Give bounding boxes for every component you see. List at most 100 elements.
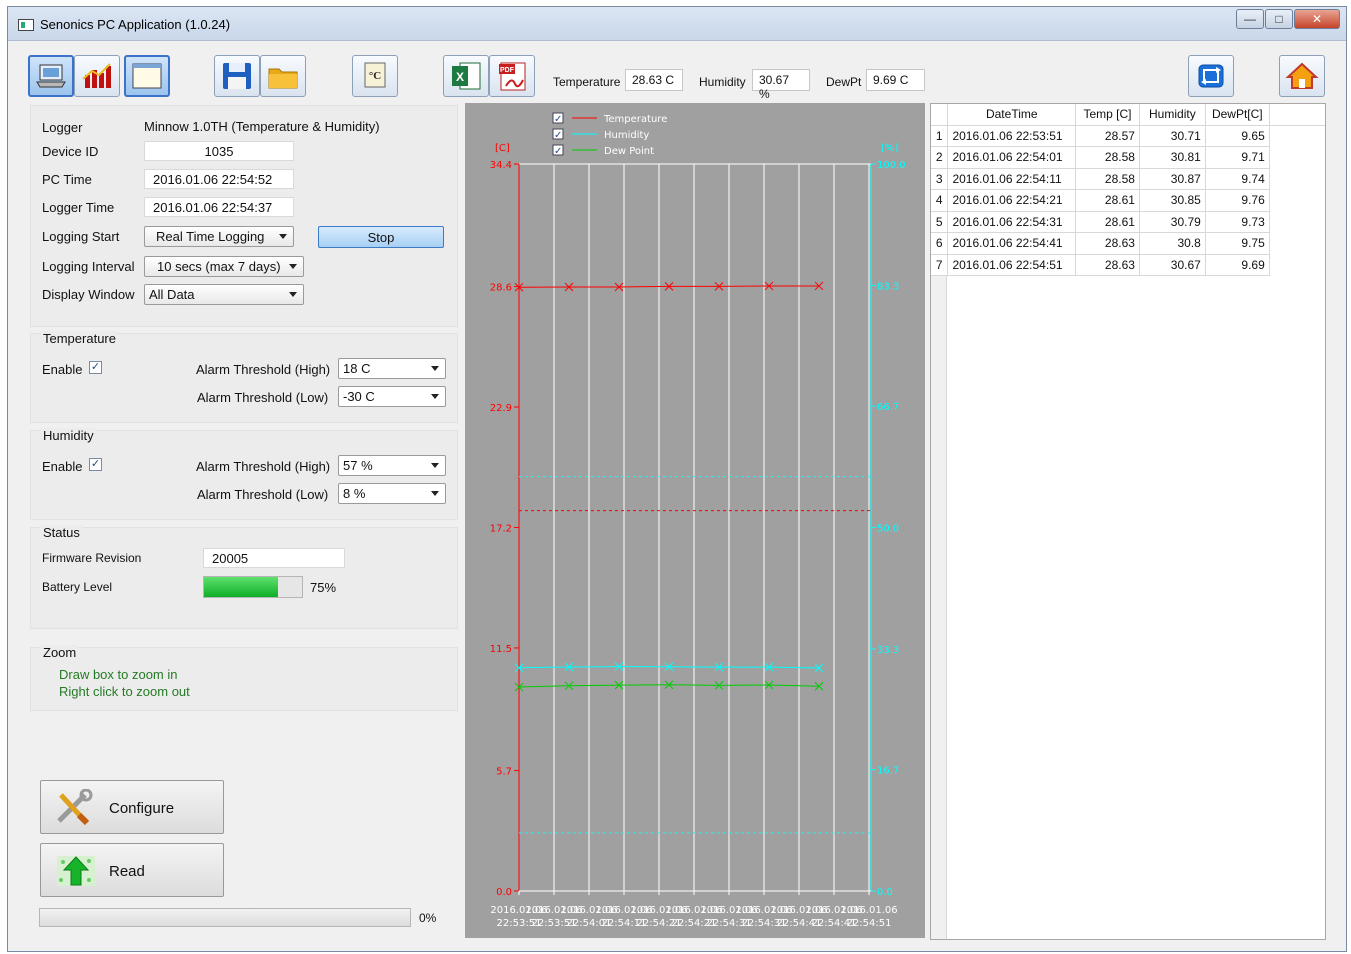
data-table-panel[interactable]: DateTime Temp [C] Humidity DewPt[C] 1 20… [930,103,1326,940]
cell-datetime: 2016.01.06 22:53:51 [947,125,1077,147]
temperature-group: Temperature Enable ✓ Alarm Threshold (Hi… [30,331,458,423]
read-progress-text: 0% [419,911,437,925]
humidity-alarm-low-select[interactable]: 8 % [338,483,446,504]
status-group: Status Firmware Revision 20005 Battery L… [30,525,458,629]
logging-start-label: Logging Start [42,229,120,244]
table-row[interactable]: 1 2016.01.06 22:53:51 28.57 30.71 9.65 [931,125,1325,147]
app-icon [18,19,34,31]
row-index: 5 [931,211,949,233]
temperature-alarm-low-select[interactable]: -30 C [338,386,446,407]
battery-level-fill [204,577,278,597]
logger-time-field: 2016.01.06 22:54:37 [144,197,294,217]
dewpt-readout-value: 9.69 C [866,69,925,91]
maximize-button[interactable]: □ [1265,9,1293,29]
refresh-button[interactable] [1188,55,1234,97]
display-window-value: All Data [149,287,195,302]
cell-datetime: 2016.01.06 22:54:01 [947,146,1077,169]
save-button[interactable] [214,55,260,97]
configure-button[interactable]: Configure [40,780,224,834]
row-index: 7 [931,254,949,276]
table-row[interactable]: 4 2016.01.06 22:54:21 28.61 30.85 9.76 [931,189,1325,212]
status-group-title: Status [41,525,82,540]
home-icon [1285,62,1319,89]
humidity-group-title: Humidity [41,428,96,443]
home-button[interactable] [1279,55,1325,97]
temperature-alarm-high-label: Alarm Threshold (High) [196,362,331,377]
close-button[interactable]: ✕ [1294,9,1340,29]
table-row[interactable]: 6 2016.01.06 22:54:41 28.63 30.8 9.75 [931,232,1325,255]
table-row[interactable]: 7 2016.01.06 22:54:51 28.63 30.67 9.69 [931,254,1325,276]
temperature-enable-label: Enable [42,362,83,377]
cell-dewpt: 9.65 [1205,125,1270,147]
row-index: 6 [931,232,949,255]
right-axis-tick-label: 66.7 [877,402,899,413]
column-header-datetime[interactable]: DateTime [947,104,1077,126]
cell-filler [1269,233,1325,255]
data-table[interactable]: DateTime Temp [C] Humidity DewPt[C] 1 20… [931,104,1325,276]
temperature-enable-checkbox[interactable]: ✓ [89,361,102,374]
humidity-alarm-high-select[interactable]: 57 % [338,455,446,476]
chart-svg[interactable]: 0.0 5.7 11.5 17.2 22.9 28.6 34.4 0.0 16.7 33.3 50.… [465,103,925,938]
humidity-enable-checkbox[interactable]: ✓ [89,458,102,471]
cell-filler [1269,254,1325,276]
stop-button[interactable]: Stop [318,226,444,248]
refresh-icon [1198,64,1224,88]
cell-datetime: 2016.01.06 22:54:31 [947,211,1077,233]
device-id-label: Device ID [42,144,99,159]
cell-temp: 28.63 [1075,232,1140,255]
app-window: Senonics PC Application (1.0.24) — □ ✕ °… [7,6,1347,952]
row-index: 3 [931,168,949,190]
column-header-humidity[interactable]: Humidity [1139,104,1206,126]
left-axis-tick-label: 0.0 [496,887,512,898]
logging-start-select[interactable]: Real Time Logging [144,226,294,247]
upload-arrow-icon [57,856,95,886]
logging-interval-select[interactable]: 10 secs (max 7 days) [144,256,304,277]
left-axis-unit: [C] [495,143,510,154]
column-header-dewpt[interactable]: DewPt[C] [1205,104,1270,126]
chevron-down-icon [431,463,439,468]
configure-button-label: Configure [109,800,175,817]
temperature-alarm-high-select[interactable]: 18 C [338,358,446,379]
cell-dewpt: 9.73 [1205,211,1270,233]
cell-humidity: 30.79 [1139,211,1206,233]
humidity-alarm-low-value: 8 % [343,486,366,501]
stop-button-label: Stop [367,230,395,245]
legend-check-mark: ✓ [554,130,562,141]
excel-icon: X [452,62,481,90]
humidity-enable-label: Enable [42,459,83,474]
battery-level-bar [203,576,303,598]
temperature-alarm-low-label: Alarm Threshold (Low) [197,390,329,405]
table-row[interactable]: 3 2016.01.06 22:54:11 28.58 30.87 9.74 [931,168,1325,190]
right-axis-tick-label: 16.7 [877,766,899,777]
humidity-readout-value: 30.67 % [752,69,810,101]
chart-view-button[interactable] [74,55,120,97]
cell-dewpt: 9.75 [1205,232,1270,255]
zoom-hint-2: Right click to zoom out [59,684,190,699]
right-axis-tick-label: 50.0 [877,524,899,535]
data-chart[interactable]: 0.0 5.7 11.5 17.2 22.9 28.6 34.4 0.0 16.7 33.3 50.… [465,103,925,938]
table-view-button[interactable] [124,55,170,97]
export-pdf-button[interactable]: PDF [489,55,535,97]
units-celsius-button[interactable]: °C [352,55,398,97]
dewpt-readout-label: DewPt [826,75,862,89]
row-index: 2 [931,146,949,169]
column-header-temp[interactable]: Temp [C] [1075,104,1140,126]
read-button[interactable]: Read [40,843,224,897]
device-id-field: 1035 [144,141,294,161]
open-folder-button[interactable] [260,55,306,97]
logger-label: Logger [42,120,83,135]
cell-humidity: 30.85 [1139,189,1206,212]
table-row[interactable]: 5 2016.01.06 22:54:31 28.61 30.79 9.73 [931,211,1325,233]
folder-icon [268,68,298,89]
svg-text:X: X [456,70,464,84]
title-bar[interactable]: Senonics PC Application (1.0.24) — □ ✕ [8,7,1346,41]
cell-temp: 28.61 [1075,211,1140,233]
export-excel-button[interactable]: X [443,55,489,97]
minimize-button[interactable]: — [1236,9,1264,29]
cell-humidity: 30.81 [1139,146,1206,169]
cell-humidity: 30.87 [1139,168,1206,190]
table-row[interactable]: 2 2016.01.06 22:54:01 28.58 30.81 9.71 [931,146,1325,169]
left-axis-tick-label: 34.4 [490,160,512,171]
logger-view-button[interactable] [28,55,74,97]
display-window-select[interactable]: All Data [144,284,304,305]
